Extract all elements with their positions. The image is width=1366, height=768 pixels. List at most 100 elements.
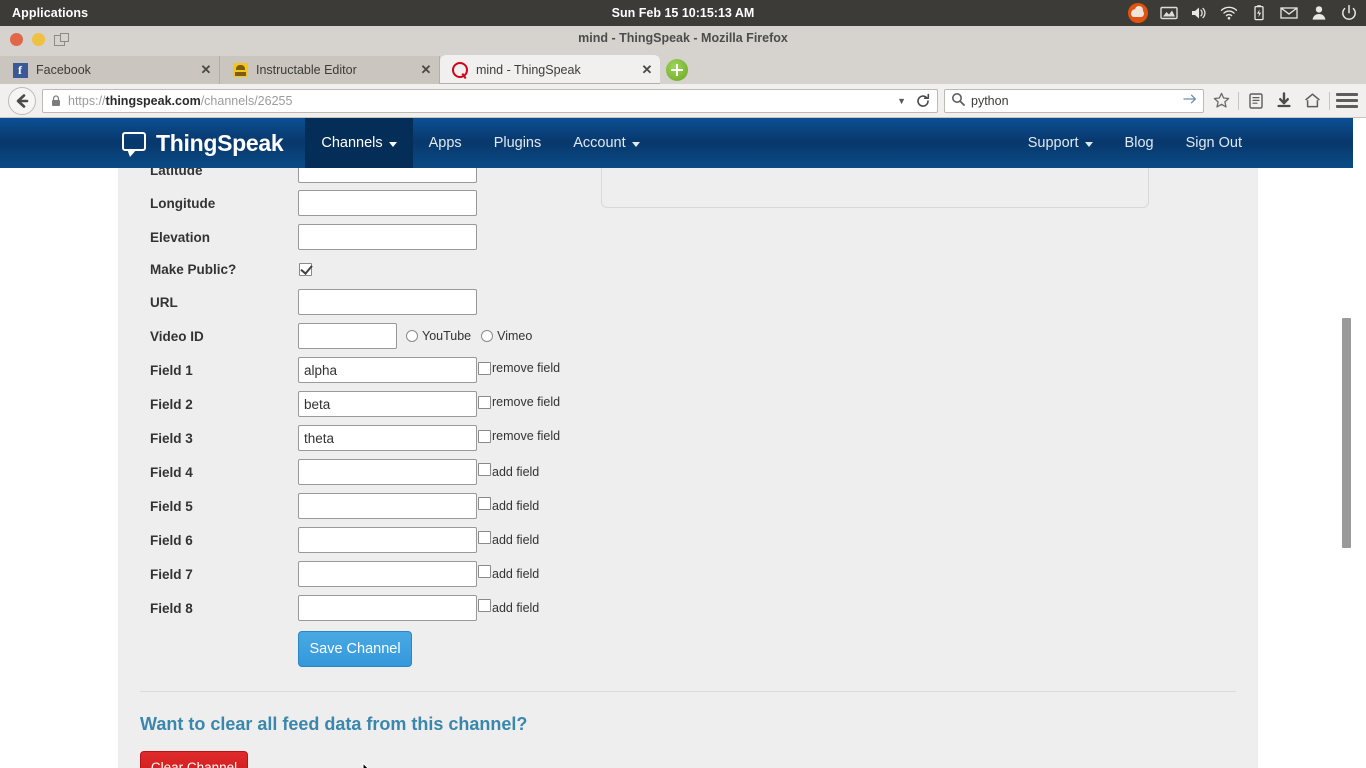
form-row-field-6: Field 6 add field — [118, 523, 1258, 557]
nav-item-account[interactable]: Account — [557, 118, 655, 168]
chevron-down-icon — [1084, 141, 1093, 147]
web-content: channels. Latitude Longitude Elevation — [0, 118, 1366, 768]
field-1-input[interactable] — [298, 357, 477, 383]
cloud-icon[interactable] — [1128, 3, 1148, 23]
toolbar-divider — [1329, 91, 1330, 110]
home-icon[interactable] — [1301, 90, 1323, 112]
browser-tab-thingspeak[interactable]: mind - ThingSpeak ✕ — [440, 55, 660, 84]
tab-close-icon[interactable]: ✕ — [199, 63, 213, 77]
video-source-vimeo-label: Vimeo — [497, 329, 533, 343]
field-5-action-checkbox[interactable] — [478, 496, 491, 510]
browser-tab-instructable-editor[interactable]: Instructable Editor ✕ — [220, 56, 440, 84]
chevron-down-icon — [388, 141, 397, 147]
clear-feed-section: Want to clear all feed data from this ch… — [118, 692, 1258, 768]
make-public-checkbox[interactable] — [299, 263, 312, 276]
save-channel-button[interactable]: Save Channel — [298, 631, 412, 667]
wifi-icon[interactable] — [1220, 4, 1238, 22]
elevation-input[interactable] — [298, 224, 477, 250]
field-4-label: Field 4 — [150, 464, 193, 480]
field-7-label: Field 7 — [150, 566, 193, 582]
power-icon[interactable] — [1340, 4, 1358, 22]
video-source-youtube-radio[interactable] — [406, 330, 418, 342]
applications-menu[interactable]: Applications — [0, 0, 100, 26]
nav-item-label: Account — [573, 135, 626, 151]
nav-item-sign-out[interactable]: Sign Out — [1170, 118, 1258, 168]
mail-icon[interactable] — [1280, 4, 1298, 22]
field-5-action-label: add field — [492, 498, 540, 513]
os-top-panel: Applications Sun Feb 15 10:15:13 AM — [0, 0, 1366, 26]
field-4-action-checkbox[interactable] — [478, 462, 491, 476]
firefox-window: mind - ThingSpeak - Mozilla Firefox f Fa… — [0, 26, 1366, 768]
field-6-action-checkbox[interactable] — [478, 530, 491, 544]
tab-label: mind - ThingSpeak — [476, 62, 581, 77]
field-2-action-label: remove field — [492, 394, 561, 409]
nav-item-support[interactable]: Support — [1012, 118, 1109, 168]
field-7-action-checkbox[interactable] — [478, 564, 491, 578]
reload-icon[interactable] — [913, 91, 933, 111]
display-icon[interactable] — [1160, 4, 1178, 22]
form-row-field-1: Field 1 remove field — [118, 353, 1258, 387]
tab-close-icon[interactable]: ✕ — [419, 63, 433, 77]
speech-bubble-icon — [122, 132, 146, 157]
form-row-video-id: Video ID YouTube Vimeo — [118, 319, 1258, 353]
field-4-input[interactable] — [298, 459, 477, 485]
nav-item-plugins[interactable]: Plugins — [478, 118, 558, 168]
address-bar[interactable]: https://thingspeak.com/channels/26255 ▼ — [42, 88, 938, 113]
instructables-icon — [232, 62, 248, 78]
clear-channel-button[interactable]: Clear Channel — [140, 751, 248, 768]
nav-item-channels[interactable]: Channels — [305, 118, 413, 168]
battery-icon[interactable] — [1250, 4, 1268, 22]
field-2-action-checkbox[interactable] — [478, 395, 491, 409]
field-2-input[interactable] — [298, 391, 477, 417]
form-row-url: URL — [118, 285, 1258, 319]
url-host: thingspeak.com — [105, 93, 201, 108]
thingspeak-icon — [452, 61, 468, 78]
navbar-right-group: Support Blog Sign Out — [1012, 118, 1258, 168]
search-input[interactable]: python — [971, 94, 1177, 108]
menu-hamburger-icon[interactable] — [1336, 90, 1358, 112]
video-id-input[interactable] — [298, 323, 397, 349]
nav-item-apps[interactable]: Apps — [413, 118, 478, 168]
downloads-icon[interactable] — [1273, 90, 1295, 112]
window-title: mind - ThingSpeak - Mozilla Firefox — [578, 31, 788, 45]
nav-item-label: Sign Out — [1185, 135, 1242, 151]
field-8-input[interactable] — [298, 595, 477, 621]
url-scheme: https:// — [68, 93, 106, 108]
volume-icon[interactable] — [1190, 4, 1208, 22]
field-3-input[interactable] — [298, 425, 477, 451]
browser-tab-facebook[interactable]: f Facebook ✕ — [0, 56, 220, 84]
nav-item-blog[interactable]: Blog — [1109, 118, 1170, 168]
make-public-label: Make Public? — [150, 262, 237, 277]
field-8-action-checkbox[interactable] — [478, 598, 491, 612]
search-bar[interactable]: python — [944, 88, 1204, 113]
field-3-action-label: remove field — [492, 428, 561, 443]
tab-close-icon[interactable]: ✕ — [640, 62, 654, 77]
field-5-input[interactable] — [298, 493, 477, 519]
url-input[interactable] — [298, 289, 477, 315]
field-2-label: Field 2 — [150, 396, 193, 412]
back-button[interactable] — [8, 86, 36, 115]
field-7-input[interactable] — [298, 561, 477, 587]
reader-list-icon[interactable] — [1245, 90, 1267, 112]
bookmark-star-icon[interactable] — [1210, 90, 1232, 112]
user-icon[interactable] — [1310, 4, 1328, 22]
new-tab-button[interactable] — [666, 59, 688, 81]
nav-item-label: Support — [1027, 135, 1079, 151]
page-scrollbar[interactable] — [1340, 118, 1353, 768]
longitude-input[interactable] — [298, 190, 477, 216]
video-source-vimeo-radio[interactable] — [481, 330, 494, 342]
clear-feed-heading: Want to clear all feed data from this ch… — [140, 714, 528, 734]
field-1-label: Field 1 — [150, 362, 193, 378]
field-1-action-checkbox[interactable] — [478, 361, 491, 375]
chevron-down-icon[interactable]: ▼ — [897, 96, 906, 106]
scrollbar-thumb[interactable] — [1342, 318, 1351, 548]
tab-label: Facebook — [36, 63, 91, 77]
form-row-field-8: Field 8 add field — [118, 591, 1258, 625]
page-container: channels. Latitude Longitude Elevation — [118, 118, 1258, 768]
chevron-down-icon — [631, 141, 640, 147]
field-7-action-label: add field — [492, 566, 540, 581]
field-3-action-checkbox[interactable] — [478, 429, 491, 443]
field-6-input[interactable] — [298, 527, 477, 553]
search-go-icon[interactable] — [1183, 93, 1197, 108]
thingspeak-logo[interactable]: ThingSpeak — [118, 118, 305, 168]
